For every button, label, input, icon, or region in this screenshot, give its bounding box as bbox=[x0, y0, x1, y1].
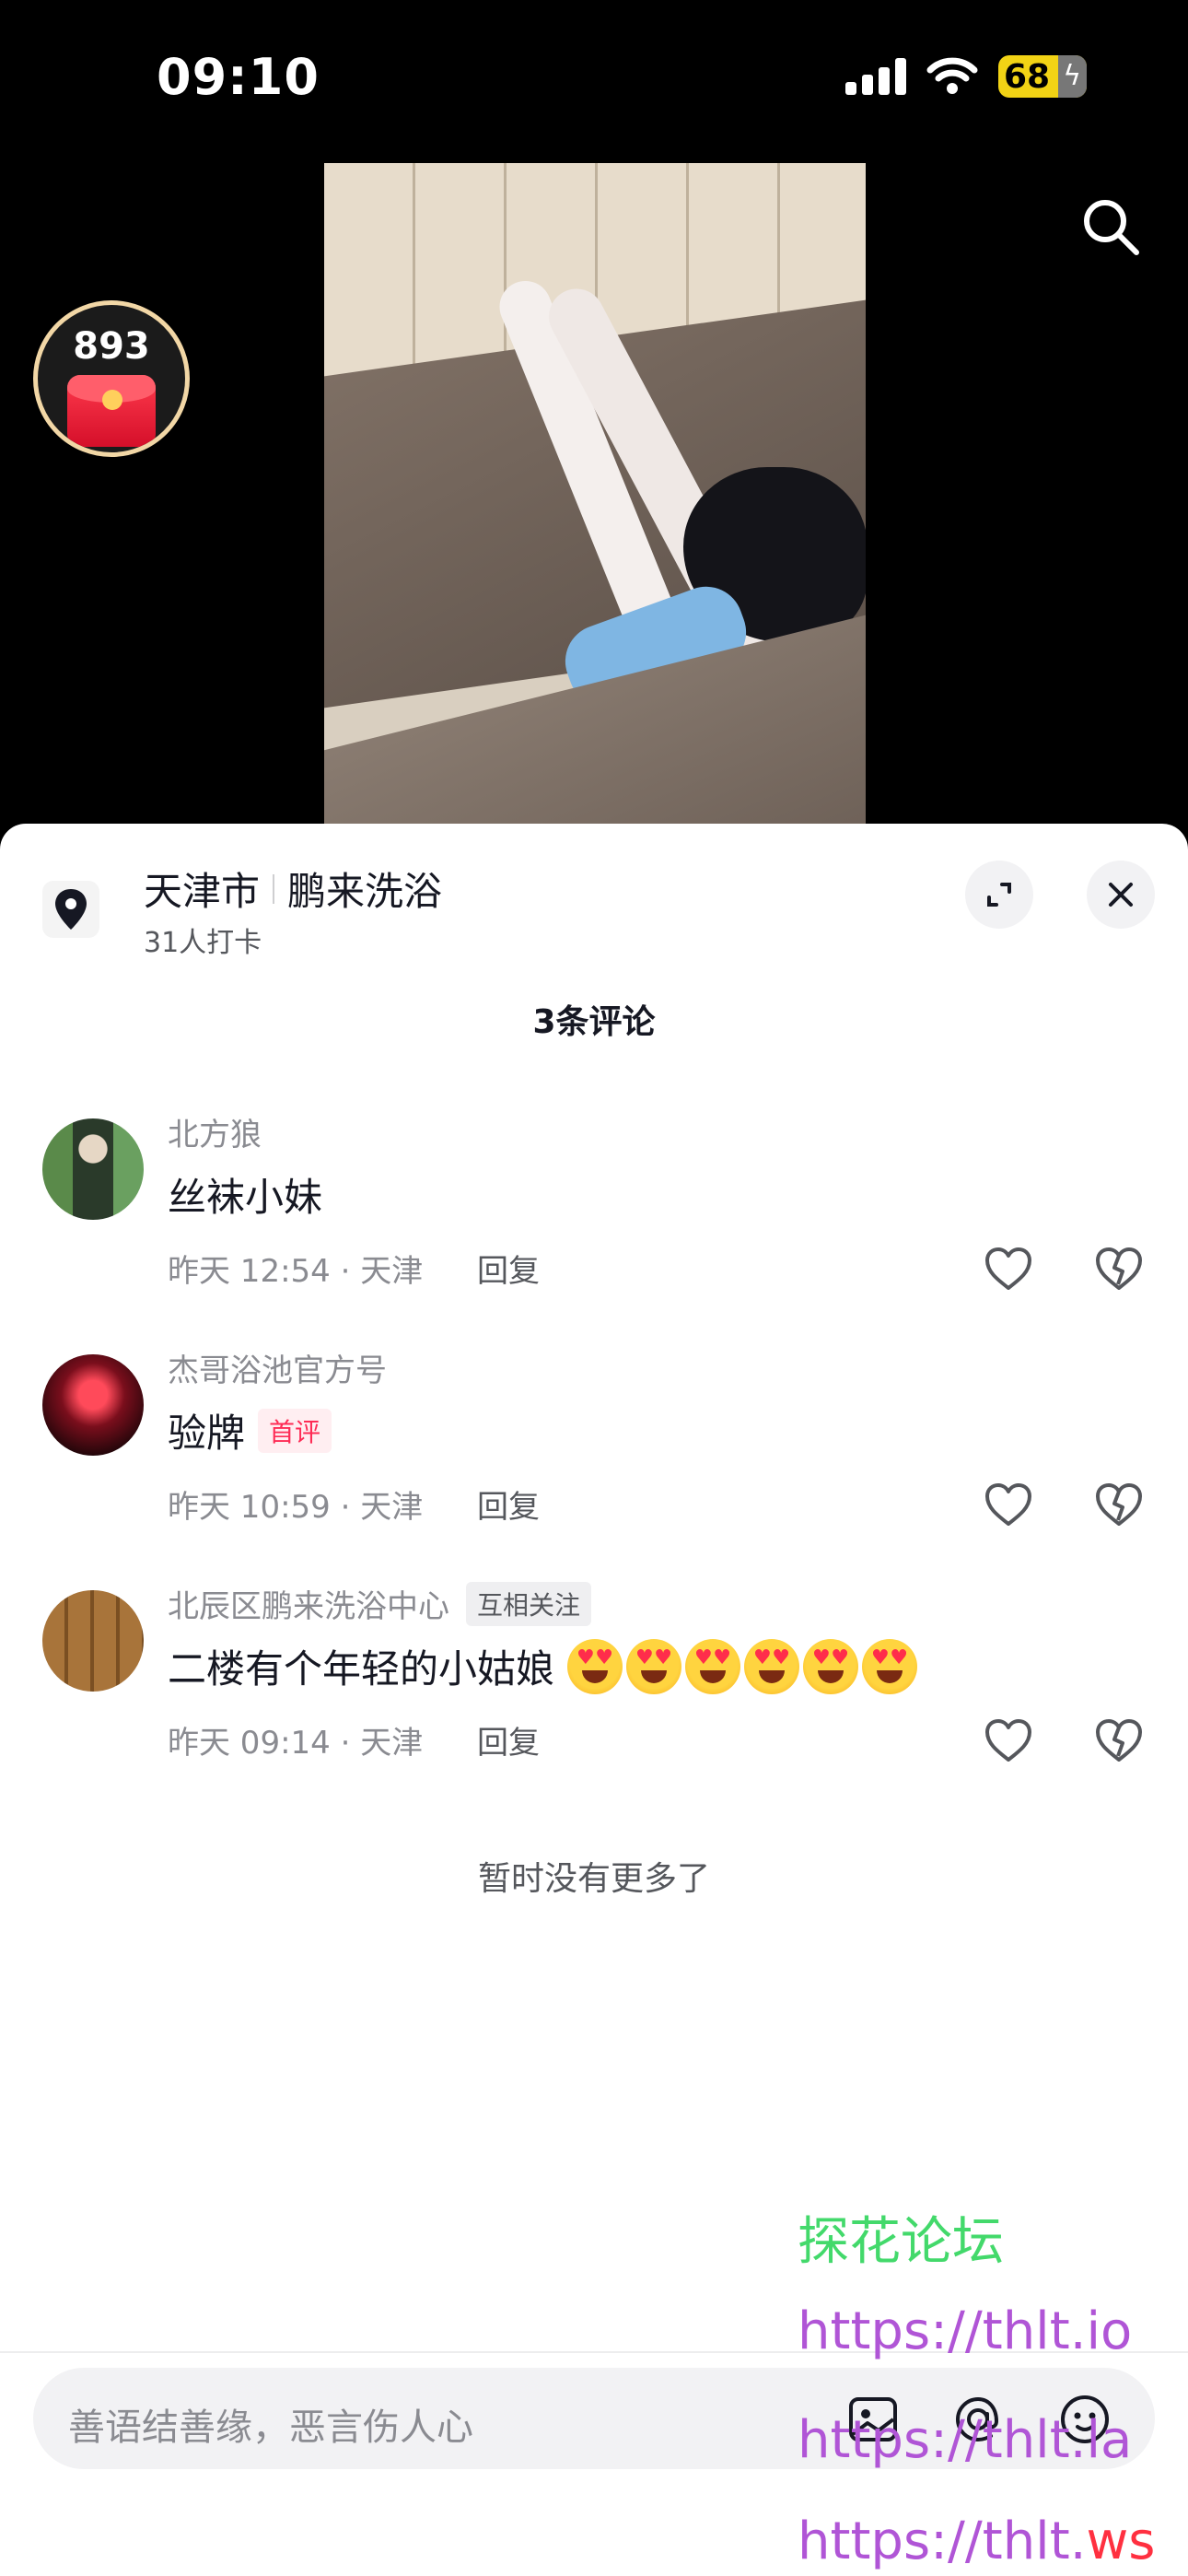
comment-text: 二楼有个年轻的小姑娘 bbox=[168, 1638, 918, 1694]
watermark-url: https://thlt.ws bbox=[798, 2512, 1156, 2571]
reply-button[interactable]: 回复 bbox=[477, 1481, 540, 1527]
avatar[interactable] bbox=[42, 1118, 144, 1220]
comment-meta: 昨天 10:59 · 天津 bbox=[168, 1489, 424, 1526]
charging-bolt-icon: ϟ bbox=[1063, 60, 1081, 92]
watermark-url: https://thlt.io bbox=[798, 2301, 1133, 2361]
cellular-signal-icon bbox=[845, 58, 906, 95]
red-packet-count: 893 bbox=[73, 325, 150, 368]
comment-username[interactable]: 杰哥浴池官方号 bbox=[168, 1345, 387, 1390]
broken-heart-dislike-icon[interactable] bbox=[1094, 1717, 1144, 1763]
watermark-text: 探花论坛 bbox=[798, 2212, 1004, 2272]
heart-eyes-emoji-icon bbox=[744, 1638, 800, 1694]
red-packet-button[interactable]: 893 bbox=[33, 300, 190, 457]
avatar[interactable] bbox=[42, 1590, 144, 1692]
search-icon[interactable] bbox=[1077, 193, 1144, 260]
status-icons: 68 ϟ bbox=[845, 55, 1087, 98]
comment-text: 验牌 首评 bbox=[168, 1402, 332, 1458]
comment-count-title: 3条评论 bbox=[532, 1003, 656, 1041]
video-preview[interactable] bbox=[324, 163, 866, 826]
expand-button[interactable] bbox=[965, 861, 1033, 929]
comment-item: 北方狼 丝袜小妹 昨天 12:54 · 天津 回复 bbox=[0, 1109, 1188, 1330]
battery-percent: 68 bbox=[1004, 57, 1051, 96]
comment-meta: 昨天 12:54 · 天津 bbox=[168, 1253, 424, 1290]
red-envelope-icon bbox=[67, 375, 156, 447]
close-icon bbox=[1109, 883, 1133, 907]
broken-heart-dislike-icon[interactable] bbox=[1094, 1246, 1144, 1292]
reply-button[interactable]: 回复 bbox=[477, 1246, 540, 1291]
wifi-icon bbox=[926, 57, 978, 94]
comment-input-placeholder: 善语结善缘，恶言伤人心 bbox=[68, 2406, 473, 2449]
location-checkins: 31人打卡 bbox=[144, 927, 262, 959]
comment-text: 丝袜小妹 bbox=[168, 1175, 323, 1220]
location-divider bbox=[273, 873, 275, 904]
battery-icon: 68 ϟ bbox=[998, 55, 1087, 98]
broken-heart-dislike-icon[interactable] bbox=[1094, 1481, 1144, 1528]
heart-eyes-emoji-icon bbox=[567, 1638, 623, 1694]
close-button[interactable] bbox=[1087, 861, 1155, 929]
heart-like-icon[interactable] bbox=[984, 1481, 1033, 1528]
comment-item: 杰哥浴池官方号 验牌 首评 昨天 10:59 · 天津 回复 bbox=[0, 1345, 1188, 1566]
expand-icon bbox=[987, 883, 1011, 907]
location-place: 鹏来洗浴 bbox=[287, 869, 443, 914]
comment-username[interactable]: 北方狼 bbox=[168, 1109, 262, 1154]
heart-eyes-emoji-icon bbox=[803, 1638, 859, 1694]
heart-eyes-emoji-icon bbox=[626, 1638, 682, 1694]
comment-username[interactable]: 北辰区鹏来洗浴中心 互相关注 bbox=[168, 1581, 592, 1626]
comments-sheet: 天津市 鹏来洗浴 31人打卡 3条评论 北方狼 丝袜小妹 昨天 12:54 · … bbox=[0, 824, 1188, 2576]
first-comment-badge: 首评 bbox=[258, 1408, 332, 1453]
emoji-row bbox=[567, 1638, 918, 1694]
location-city: 天津市 bbox=[144, 869, 261, 914]
location-pin-icon bbox=[42, 881, 99, 938]
comment-meta: 昨天 09:14 · 天津 bbox=[168, 1725, 424, 1762]
watermark-url: https://thlt.la bbox=[798, 2410, 1133, 2470]
heart-like-icon[interactable] bbox=[984, 1246, 1033, 1292]
comment-item: 北辰区鹏来洗浴中心 互相关注 二楼有个年轻的小姑娘 昨天 09:14 · 天津 … bbox=[0, 1581, 1188, 1802]
reply-button[interactable]: 回复 bbox=[477, 1717, 540, 1762]
no-more-text: 暂时没有更多了 bbox=[477, 1860, 710, 1898]
avatar[interactable] bbox=[42, 1354, 144, 1456]
heart-like-icon[interactable] bbox=[984, 1717, 1033, 1763]
heart-eyes-emoji-icon bbox=[862, 1638, 918, 1694]
status-time: 09:10 bbox=[157, 48, 320, 106]
mutual-follow-tag: 互相关注 bbox=[466, 1581, 592, 1626]
location-title[interactable]: 天津市 鹏来洗浴 bbox=[144, 861, 442, 917]
status-bar: 09:10 68 ϟ bbox=[0, 0, 1188, 157]
heart-eyes-emoji-icon bbox=[685, 1638, 741, 1694]
